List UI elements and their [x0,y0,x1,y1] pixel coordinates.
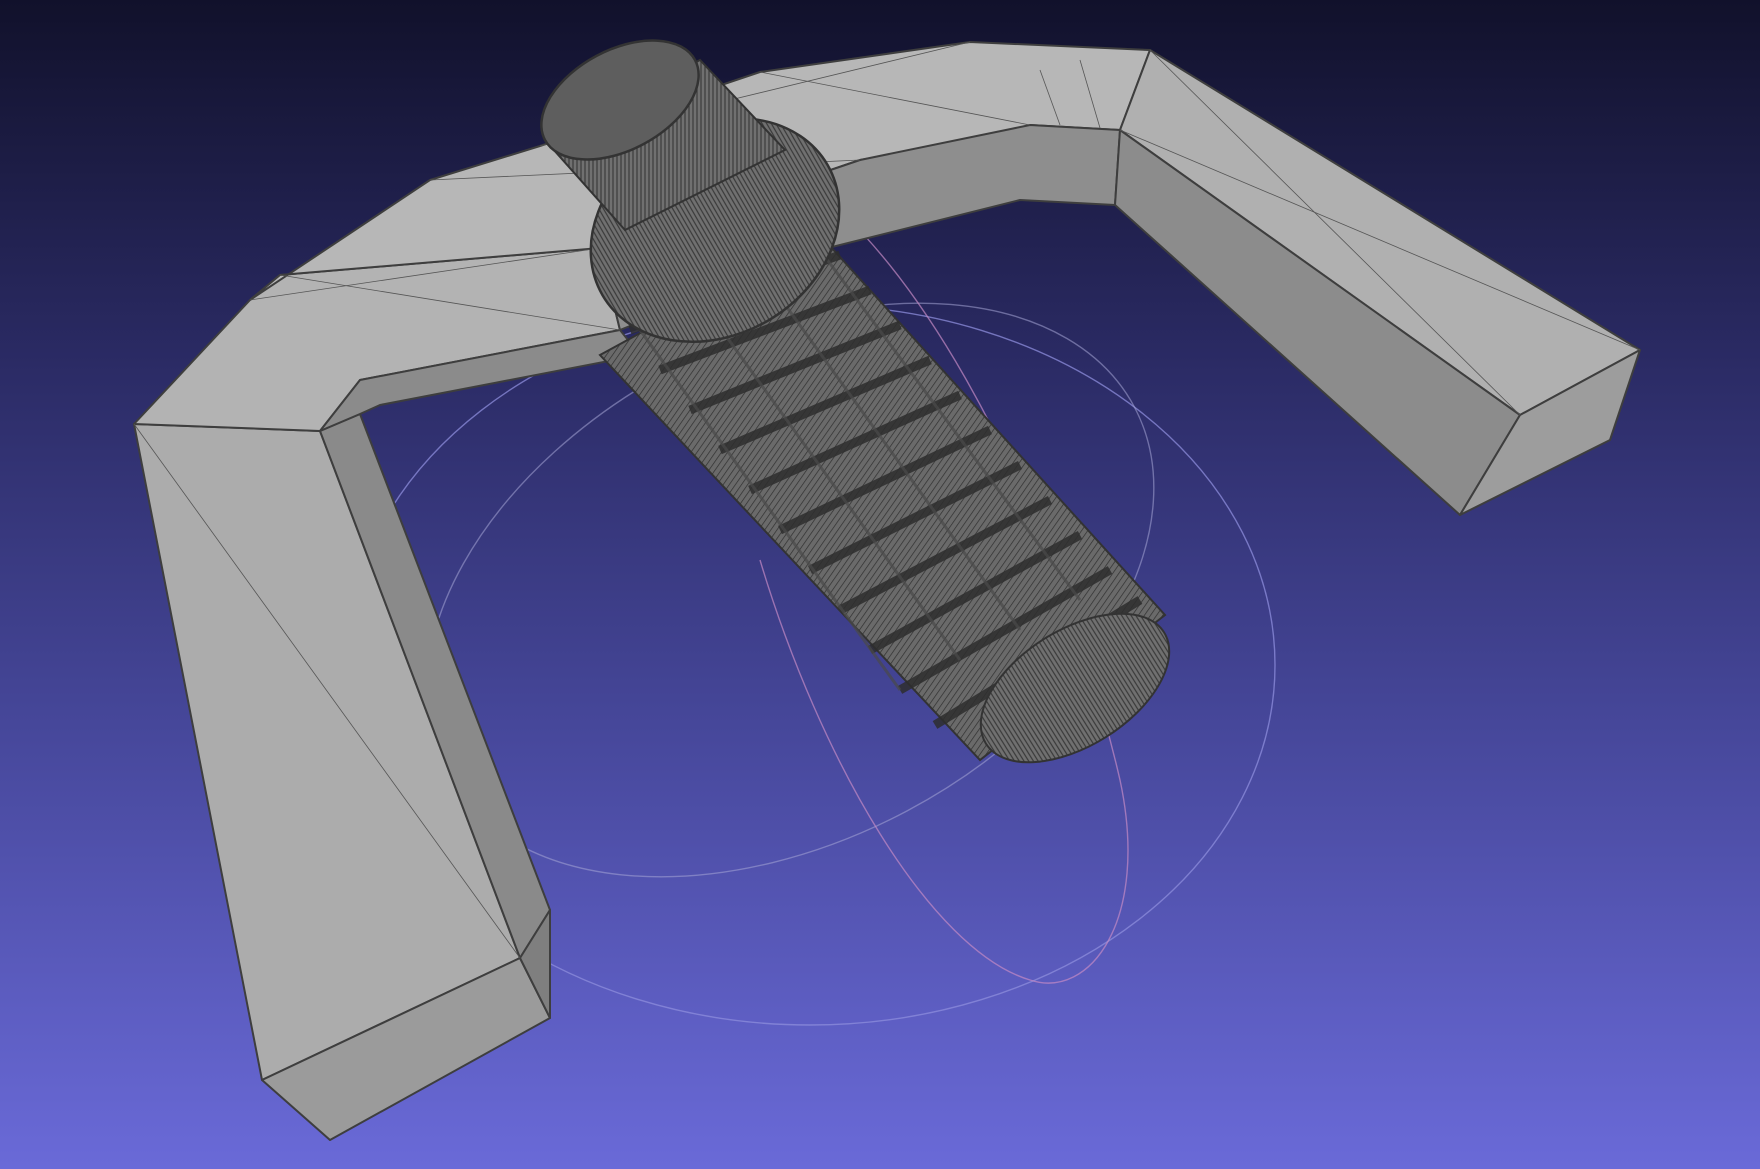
mesh-scene[interactable] [0,0,1760,1169]
3d-viewport[interactable] [0,0,1760,1169]
